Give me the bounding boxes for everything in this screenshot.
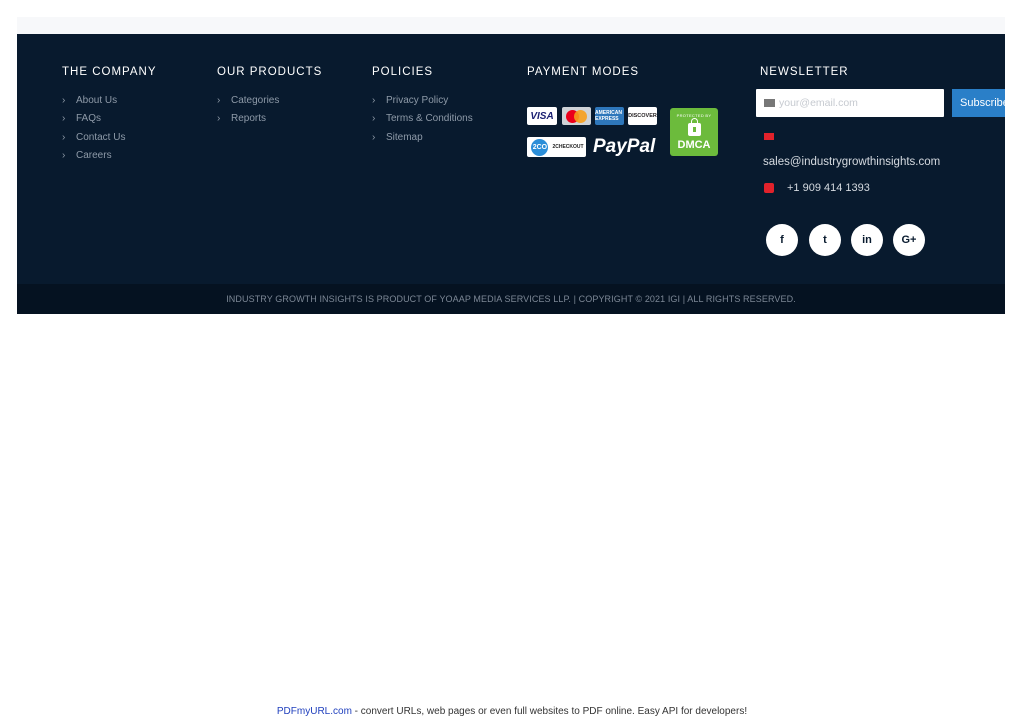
link-label: Careers	[76, 149, 112, 161]
policies-column: POLICIES › Privacy Policy › Terms & Condit…	[372, 66, 473, 147]
link-label: Contact Us	[76, 131, 126, 143]
visa-logo: VISA	[527, 107, 557, 125]
company-column: THE COMPANY › About Us › FAQs › Contact Us …	[62, 66, 157, 165]
link-label: Categories	[231, 95, 280, 106]
link-label: Privacy Policy	[386, 95, 449, 106]
footer-link-sitemap[interactable]: › Sitemap	[372, 129, 473, 147]
paypal-logo: PayPal	[593, 136, 656, 157]
footer-link-faqs[interactable]: › FAQs	[62, 110, 157, 128]
chevron-right-icon: ›	[217, 95, 221, 106]
newsletter-email-box	[756, 89, 944, 117]
chevron-right-icon: ›	[62, 95, 66, 106]
facebook-icon[interactable]: f	[766, 224, 798, 256]
pdfmyurl-link[interactable]: PDFmyURL.com	[277, 706, 352, 717]
linkedin-icon[interactable]: in	[851, 224, 883, 256]
top-strip	[17, 17, 1005, 34]
chevron-right-icon: ›	[372, 95, 376, 106]
link-label: Reports	[231, 113, 267, 125]
link-label: FAQs	[76, 113, 102, 125]
footer-link-contact-us[interactable]: › Contact Us	[62, 129, 157, 147]
envelope-icon	[764, 133, 774, 140]
footer-link-careers[interactable]: › Careers	[62, 147, 157, 165]
chevron-right-icon: ›	[62, 131, 66, 143]
envelope-icon	[764, 99, 775, 107]
subscribe-button[interactable]: Subscribe	[952, 89, 1005, 117]
phone-number[interactable]: +1 909 414 1393	[787, 182, 870, 194]
link-label: Sitemap	[386, 131, 423, 143]
chevron-right-icon: ›	[62, 149, 66, 161]
payment-heading: PAYMENT MODES	[527, 66, 640, 78]
dmca-label: DMCA	[677, 139, 711, 151]
policies-heading: POLICIES	[372, 66, 434, 78]
amex-logo: AMERICAN EXPRESS	[595, 107, 624, 125]
dmca-badge[interactable]: PROTECTED BY DMCA	[670, 108, 718, 156]
chevron-right-icon: ›	[217, 113, 221, 125]
twitter-icon[interactable]: t	[809, 224, 841, 256]
link-label: Terms & Conditions	[386, 113, 473, 125]
copyright-text: INDUSTRY GROWTH INSIGHTS IS PRODUCT OF Y…	[226, 294, 796, 304]
footer-link-categories[interactable]: › Categories	[217, 92, 322, 110]
mastercard-logo	[562, 107, 591, 125]
newsletter-email-input[interactable]	[779, 97, 939, 109]
pdf-watermark-text: - convert URLs, web pages or even full w…	[351, 706, 748, 717]
chevron-right-icon: ›	[372, 131, 376, 143]
sales-email[interactable]: sales@industrygrowthinsights.com	[763, 156, 940, 168]
footer-link-about-us[interactable]: › About Us	[62, 92, 157, 110]
chevron-right-icon: ›	[372, 113, 376, 125]
2checkout-label: 2CHECKOUT	[552, 144, 584, 150]
products-heading: OUR PRODUCTS	[217, 66, 323, 78]
footer-link-terms[interactable]: › Terms & Conditions	[372, 110, 473, 128]
chevron-right-icon: ›	[62, 113, 66, 125]
newsletter-heading: NEWSLETTER	[760, 66, 849, 78]
company-links: › About Us › FAQs › Contact Us › Careers	[62, 92, 157, 165]
policies-links: › Privacy Policy › Terms & Conditions › Sit…	[372, 92, 473, 147]
discover-logo: DISCOVER	[628, 107, 657, 125]
products-links: › Categories › Reports	[217, 92, 322, 129]
link-label: About Us	[76, 95, 118, 106]
pdf-watermark: PDFmyURL.com - convert URLs, web pages o…	[0, 706, 1024, 717]
products-column: OUR PRODUCTS › Categories › Reports	[217, 66, 322, 129]
2checkout-logo: 2CO 2CHECKOUT	[527, 137, 586, 157]
newsletter-column: NEWSLETTER	[760, 66, 849, 78]
payment-column: PAYMENT MODES	[527, 66, 639, 78]
site-footer: THE COMPANY › About Us › FAQs › Contact Us …	[17, 34, 1005, 284]
2co-badge: 2CO	[531, 138, 549, 156]
google-plus-icon[interactable]: G+	[893, 224, 925, 256]
footer-link-reports[interactable]: › Reports	[217, 110, 322, 128]
company-heading: THE COMPANY	[62, 66, 157, 78]
phone-icon	[764, 183, 774, 193]
lock-icon	[687, 118, 701, 136]
copyright-bar: INDUSTRY GROWTH INSIGHTS IS PRODUCT OF Y…	[17, 284, 1005, 314]
footer-link-privacy-policy[interactable]: › Privacy Policy	[372, 92, 473, 110]
